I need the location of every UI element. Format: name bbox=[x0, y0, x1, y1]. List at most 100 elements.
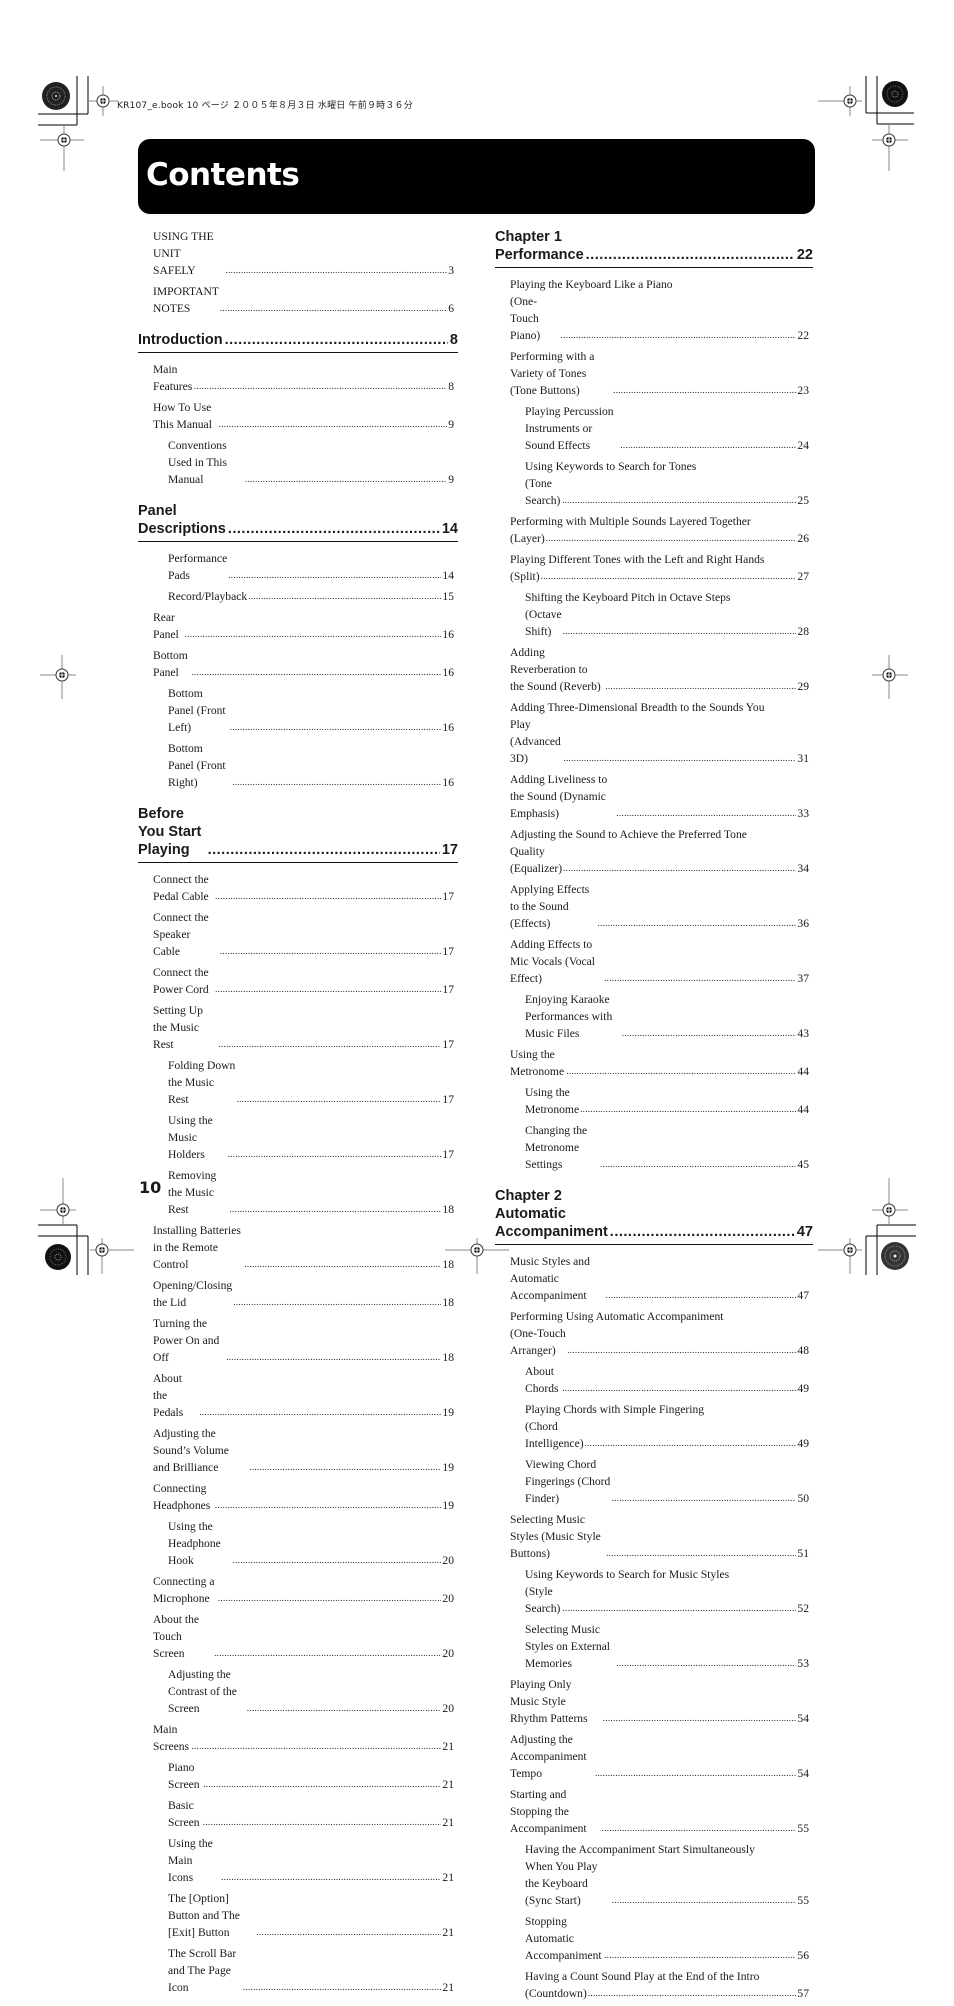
toc-entry[interactable]: Opening/Closing the Lid 18 bbox=[153, 1277, 454, 1311]
toc-entry[interactable]: Starting and Stopping the Accompaniment 5… bbox=[510, 1786, 809, 1837]
dot-leader bbox=[613, 382, 796, 399]
entry-page-number: 17 bbox=[442, 945, 454, 958]
toc-entry[interactable]: Basic Screen 21 bbox=[168, 1797, 454, 1831]
toc-entry[interactable]: Installing Batteries in the Remote Contr… bbox=[153, 1222, 454, 1273]
section-title: Chapter 2 Automatic Accompaniment bbox=[495, 1188, 608, 1240]
toc-entry[interactable]: Bottom Panel 16 bbox=[153, 647, 454, 681]
toc-entry[interactable]: Stopping Automatic Accompaniment 56 bbox=[525, 1913, 809, 1964]
toc-entry[interactable]: Viewing Chord Fingerings (Chord Finder) 5… bbox=[525, 1456, 809, 1507]
toc-entry[interactable]: Performance Pads 14 bbox=[168, 550, 454, 584]
entry-page-number: 44 bbox=[797, 1103, 809, 1116]
entry-title-continued-row: (Chord Intelligence) 49 bbox=[525, 1418, 809, 1452]
toc-entry[interactable]: Playing Chords with Simple Fingering (Cho… bbox=[525, 1401, 809, 1452]
toc-entry[interactable]: Connect the Power Cord 17 bbox=[153, 964, 454, 998]
toc-entry[interactable]: How To Use This Manual 9 bbox=[153, 399, 454, 433]
entry-page-number: 17 bbox=[442, 983, 454, 996]
section-heading[interactable]: Panel Descriptions 14 bbox=[138, 502, 458, 542]
toc-entry[interactable]: Shifting the Keyboard Pitch in Octave St… bbox=[525, 589, 809, 640]
toc-entry[interactable]: Having the Accompaniment Start Simultane… bbox=[525, 1841, 809, 1909]
entry-page-number: 19 bbox=[442, 1499, 454, 1512]
dot-leader bbox=[218, 1590, 441, 1607]
toc-entry[interactable]: Bottom Panel (Front Left) 16 bbox=[168, 685, 454, 736]
toc-entry[interactable]: Main Features 8 bbox=[153, 361, 454, 395]
entry-page-number: 21 bbox=[442, 1740, 454, 1753]
toc-entry[interactable]: About Chords 49 bbox=[525, 1363, 809, 1397]
entry-title: Record/Playback bbox=[168, 590, 248, 603]
toc-entry[interactable]: Setting Up the Music Rest 17 bbox=[153, 1002, 454, 1053]
section-page-number: 17 bbox=[441, 842, 458, 858]
toc-entry[interactable]: Record/Playback 15 bbox=[168, 588, 454, 605]
section-heading[interactable]: Before You Start Playing 17 bbox=[138, 805, 458, 863]
toc-entry[interactable]: Applying Effects to the Sound (Effects) 3… bbox=[510, 881, 809, 932]
toc-entry[interactable]: Using the Metronome 44 bbox=[510, 1046, 809, 1080]
section-heading[interactable]: Introduction 8 bbox=[138, 331, 458, 353]
toc-entry[interactable]: The [Option] Button and The [Exit] Butto… bbox=[168, 1890, 454, 1941]
toc-entry[interactable]: About the Touch Screen 20 bbox=[153, 1611, 454, 1662]
entry-page-number: 3 bbox=[448, 264, 454, 277]
entry-page-number: 17 bbox=[442, 890, 454, 903]
dot-leader bbox=[226, 262, 448, 279]
toc-entry[interactable]: Using Keywords to Search for Tones (Tone … bbox=[525, 458, 809, 509]
entry-title: Removing the Music Rest bbox=[168, 1169, 217, 1216]
toc-entry[interactable]: Connecting a Microphone 20 bbox=[153, 1573, 454, 1607]
page-title: Contents bbox=[146, 157, 300, 193]
toc-entry[interactable]: Adding Reverberation to the Sound (Rever… bbox=[510, 644, 809, 695]
entry-page-number: 54 bbox=[797, 1767, 809, 1780]
toc-entry[interactable]: Playing Percussion Instruments or Sound … bbox=[525, 403, 809, 454]
toc-entry[interactable]: Adding Effects to Mic Vocals (Vocal Effe… bbox=[510, 936, 809, 987]
toc-entry[interactable]: Piano Screen 21 bbox=[168, 1759, 454, 1793]
toc-entry[interactable]: Turning the Power On and Off 18 bbox=[153, 1315, 454, 1366]
toc-entry[interactable]: About the Pedals 19 bbox=[153, 1370, 454, 1421]
toc-entry[interactable]: The Scroll Bar and The Page Icon 21 bbox=[168, 1945, 454, 1996]
section-heading[interactable]: Chapter 1 Performance 22 bbox=[495, 228, 813, 268]
toc-entry[interactable]: Performing Using Automatic Accompaniment… bbox=[510, 1308, 809, 1359]
toc-entry[interactable]: Using Keywords to Search for Music Style… bbox=[525, 1566, 809, 1617]
toc-entry[interactable]: Adjusting the Contrast of the Screen 20 bbox=[168, 1666, 454, 1717]
toc-entry[interactable]: Rear Panel 16 bbox=[153, 609, 454, 643]
dot-leader bbox=[203, 1814, 441, 1831]
entry-page-number: 28 bbox=[797, 625, 809, 638]
toc-entry[interactable]: Bottom Panel (Front Right) 16 bbox=[168, 740, 454, 791]
toc-entry[interactable]: Having a Count Sound Play at the End of … bbox=[525, 1968, 809, 2002]
toc-entry[interactable]: Adjusting the Sound to Achieve the Prefe… bbox=[510, 826, 809, 877]
page-number: 10 bbox=[139, 1178, 162, 1197]
toc-entry[interactable]: Connect the Speaker Cable 17 bbox=[153, 909, 454, 960]
toc-entry[interactable]: Performing with Multiple Sounds Layered … bbox=[510, 513, 809, 547]
entry-title: Basic Screen bbox=[168, 1799, 200, 1829]
toc-entry[interactable]: Selecting Music Styles on External Memor… bbox=[525, 1621, 809, 1672]
toc-entry[interactable]: Using the Metronome 44 bbox=[525, 1084, 809, 1118]
toc-entry[interactable]: Playing Only Music Style Rhythm Patterns… bbox=[510, 1676, 809, 1727]
toc-entry[interactable]: Changing the Metronome Settings 45 bbox=[525, 1122, 809, 1173]
toc-entry[interactable]: Selecting Music Styles (Music Style Butt… bbox=[510, 1511, 809, 1562]
toc-entry[interactable]: Using the Main Icons 21 bbox=[168, 1835, 454, 1886]
dot-leader bbox=[215, 888, 441, 905]
toc-entry[interactable]: Removing the Music Rest 18 bbox=[168, 1167, 454, 1218]
entry-page-number: 53 bbox=[797, 1657, 809, 1670]
toc-entry[interactable]: Enjoying Karaoke Performances with Music… bbox=[525, 991, 809, 1042]
toc-entry[interactable]: IMPORTANT NOTES 6 bbox=[153, 283, 454, 317]
toc-entry[interactable]: Playing Different Tones with the Left an… bbox=[510, 551, 809, 585]
dot-leader bbox=[220, 943, 442, 960]
toc-entry[interactable]: Adding Three-Dimensional Breadth to the … bbox=[510, 699, 809, 767]
toc-entry[interactable]: Conventions Used in This Manual 9 bbox=[168, 437, 454, 488]
toc-sections: Introduction 8 Main Features 8 How To Use Th… bbox=[138, 331, 458, 1996]
toc-entry[interactable]: Main Screens 21 bbox=[153, 1721, 454, 1755]
toc-entry[interactable]: USING THE UNIT SAFELY 3 bbox=[153, 228, 454, 279]
toc-entry[interactable]: Playing the Keyboard Like a Piano (One-To… bbox=[510, 276, 809, 344]
toc-entry[interactable]: Adjusting the Sound’s Volume and Brillia… bbox=[153, 1425, 454, 1476]
toc-entry[interactable]: Using the Headphone Hook 20 bbox=[168, 1518, 454, 1569]
toc-entry[interactable]: Using the Music Holders 17 bbox=[168, 1112, 454, 1163]
toc-entry[interactable]: Adjusting the Accompaniment Tempo 54 bbox=[510, 1731, 809, 1782]
toc-entry[interactable]: Connecting Headphones 19 bbox=[153, 1480, 454, 1514]
section-heading[interactable]: Chapter 2 Automatic Accompaniment 47 bbox=[495, 1187, 813, 1245]
toc-entry[interactable]: Folding Down the Music Rest 17 bbox=[168, 1057, 454, 1108]
dot-leader bbox=[215, 981, 441, 998]
entry-title: About the Pedals bbox=[153, 1372, 184, 1419]
toc-entry[interactable]: Music Styles and Automatic Accompaniment… bbox=[510, 1253, 809, 1304]
toc-entry[interactable]: Performing with a Variety of Tones (Tone… bbox=[510, 348, 809, 399]
toc-entry[interactable]: Adding Liveliness to the Sound (Dynamic … bbox=[510, 771, 809, 822]
toc-entry[interactable]: Connect the Pedal Cable 17 bbox=[153, 871, 454, 905]
title-banner: Contents bbox=[138, 139, 815, 214]
registration-target-icon bbox=[881, 1242, 909, 1270]
entry-page-number: 19 bbox=[442, 1461, 454, 1474]
